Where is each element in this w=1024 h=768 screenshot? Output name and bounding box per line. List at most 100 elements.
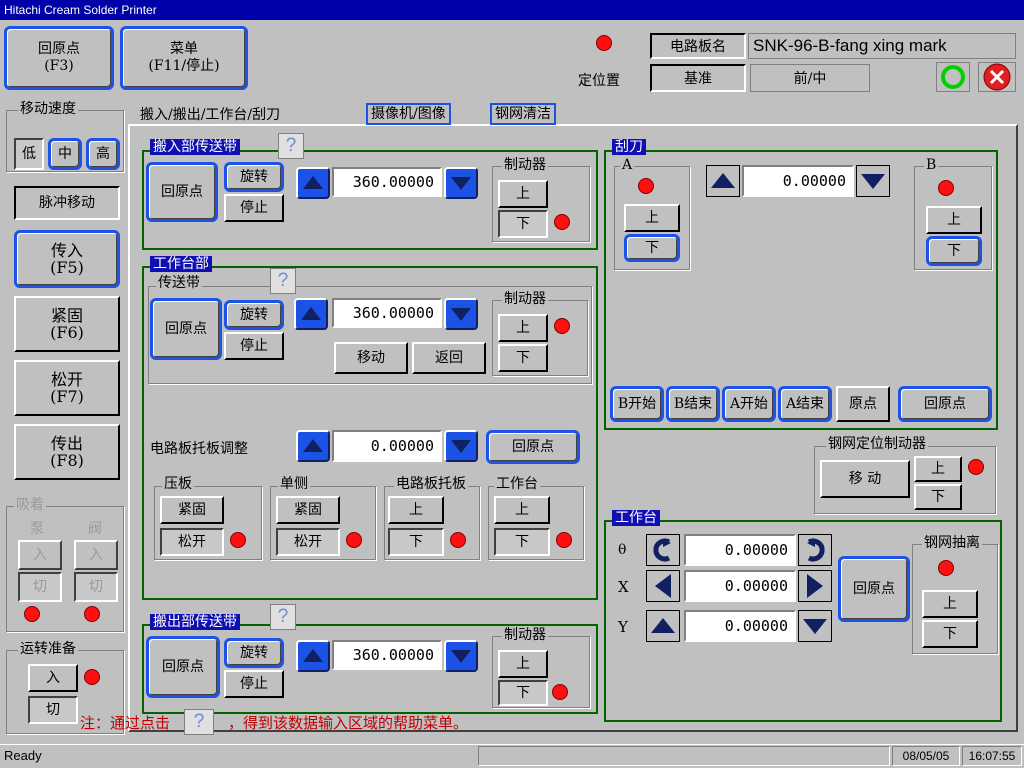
board-support-up-arrow[interactable] [296,430,330,462]
outfeed-title: 搬出部传送带 [150,614,240,630]
infeed-brake-up[interactable]: 上 [498,180,548,208]
outfeed-brake-up[interactable]: 上 [498,650,548,678]
pump-off-button[interactable]: 切 [18,572,62,602]
stencil-brake-up[interactable]: 上 [914,456,962,482]
worktable-brake-up[interactable]: 上 [498,314,548,342]
unload-f8-button[interactable]: 传出 (F8) [14,424,120,480]
conveyor-up-arrow[interactable] [294,298,328,330]
home-f3-button[interactable]: 回原点 (F3) [4,26,114,90]
conveyor-move-button[interactable]: 移动 [334,342,408,374]
a-start-button[interactable]: A开始 [722,386,776,422]
arrow-left-icon [655,574,671,598]
valve-on-button[interactable]: 入 [74,540,118,570]
squeegee-down-arrow[interactable] [856,165,890,197]
squeegee-b-up[interactable]: 上 [926,206,982,234]
conveyor-stop-button[interactable]: 停止 [224,332,284,360]
outfeed-down-arrow[interactable] [444,640,478,672]
theta-cw-button[interactable] [798,534,832,566]
infeed-stop-button[interactable]: 停止 [224,194,284,222]
squeegee-value-field[interactable]: 0.00000 [742,165,854,197]
outfeed-rotate-button[interactable]: 旋转 [224,638,284,668]
infeed-home-button[interactable]: 回原点 [146,162,218,222]
infeed-down-arrow[interactable] [444,167,478,199]
conveyor-rotate-button[interactable]: 旋转 [224,300,284,330]
speed-high-button[interactable]: 高 [86,138,120,170]
outfeed-stop-button[interactable]: 停止 [224,670,284,698]
single-release-button[interactable]: 松开 [276,528,340,556]
theta-ccw-button[interactable] [646,534,680,566]
conveyor-home-button[interactable]: 回原点 [150,298,222,360]
position-value: 前/中 [750,64,870,92]
ready-off-button[interactable]: 切 [28,696,78,724]
pump-on-button[interactable]: 入 [18,540,62,570]
y-up-button[interactable] [646,610,680,642]
squeegee-a-up[interactable]: 上 [624,204,680,232]
board-support-home-button[interactable]: 回原点 [486,430,580,464]
infeed-help-icon[interactable]: ? [278,133,304,159]
menu-f11-button[interactable]: 菜单 (F11/停止) [120,26,248,90]
outfeed-help-icon[interactable]: ? [270,604,296,630]
squeegee-a-down[interactable]: 下 [624,234,680,262]
status-date: 08/05/05 [892,746,960,766]
conveyor-help-icon[interactable]: ? [270,268,296,294]
conveyor-return-button[interactable]: 返回 [412,342,486,374]
valve-off-button[interactable]: 切 [74,572,118,602]
status-time: 16:07:55 [962,746,1022,766]
theta-value-field[interactable]: 0.00000 [684,534,796,566]
infeed-rotate-button[interactable]: 旋转 [224,162,284,192]
y-down-button[interactable] [798,610,832,642]
outfeed-up-arrow[interactable] [296,640,330,672]
support-up-button[interactable]: 上 [388,496,444,524]
b-end-button[interactable]: B结束 [666,386,720,422]
single-clamp-button[interactable]: 紧固 [276,496,340,524]
stencil-separation-down[interactable]: 下 [922,620,978,648]
stencil-brake-down[interactable]: 下 [914,484,962,510]
table-home-button[interactable]: 回原点 [838,556,910,622]
release-f7-button[interactable]: 松开 (F7) [14,360,120,416]
infeed-up-arrow[interactable] [296,167,330,199]
x-left-button[interactable] [646,570,680,602]
tab-stencil-clean[interactable]: 钢网清洁 [490,103,556,125]
stencil-separation-up[interactable]: 上 [922,590,978,618]
board-support-value-field[interactable]: 0.00000 [332,430,442,462]
x-right-button[interactable] [798,570,832,602]
table-lift-down-button[interactable]: 下 [494,528,550,556]
press-release-button[interactable]: 松开 [160,528,224,556]
tab-transfer[interactable]: 搬入/搬出/工作台/刮刀 [140,104,280,126]
board-support-down-arrow[interactable] [444,430,478,462]
outfeed-brake-down[interactable]: 下 [498,680,548,706]
y-value-field[interactable]: 0.00000 [684,610,796,642]
tab-camera[interactable]: 摄像机/图像 [366,103,451,125]
pulse-move-button[interactable]: 脉冲移动 [14,186,120,220]
reference-label: 基准 [650,64,746,92]
squeegee-b-down[interactable]: 下 [926,236,982,266]
stencil-brake-move-button[interactable]: 移 动 [820,460,910,498]
conveyor-value-field[interactable]: 360.00000 [332,298,442,328]
worktable-brake-down[interactable]: 下 [498,344,548,372]
infeed-brake-down[interactable]: 下 [498,210,548,238]
b-start-button[interactable]: B开始 [610,386,664,422]
a-end-button[interactable]: A结束 [778,386,832,422]
outfeed-home-button[interactable]: 回原点 [146,636,220,698]
press-clamp-button[interactable]: 紧固 [160,496,224,524]
load-f5-button[interactable]: 传入 (F5) [14,230,120,288]
support-down-button[interactable]: 下 [388,528,444,556]
squeegee-up-arrow[interactable] [706,165,740,197]
cancel-button[interactable] [978,62,1016,92]
outfeed-value-field[interactable]: 360.00000 [332,640,442,670]
ready-group-label: 运转准备 [18,641,78,657]
table-lift-group-label: 工作台 [494,476,540,492]
x-value-field[interactable]: 0.00000 [684,570,796,602]
ready-on-button[interactable]: 入 [28,664,78,692]
table-lift-up-button[interactable]: 上 [494,496,550,524]
speed-low-button[interactable]: 低 [14,138,44,170]
squeegee-home-button[interactable]: 回原点 [898,386,992,422]
ok-button[interactable] [936,62,970,92]
support-led [450,532,466,548]
origin-button[interactable]: 原点 [836,386,890,422]
infeed-value-field[interactable]: 360.00000 [332,167,442,197]
speed-mid-button[interactable]: 中 [48,138,82,170]
board-name-value: SNK-96-B-fang xing mark [748,33,1016,59]
conveyor-down-arrow[interactable] [444,298,478,330]
clamp-f6-button[interactable]: 紧固 (F6) [14,296,120,352]
